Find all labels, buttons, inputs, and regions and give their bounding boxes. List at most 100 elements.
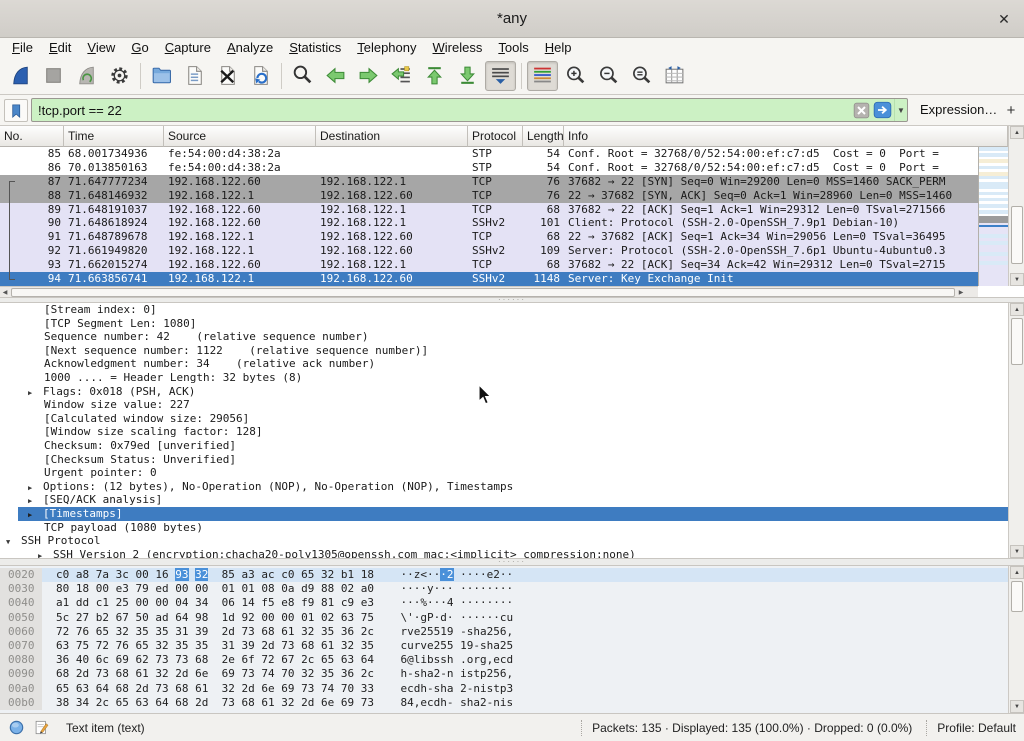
hscroll-thumb[interactable] bbox=[11, 288, 955, 297]
detail-line[interactable]: Checksum: 0x79ed [unverified] bbox=[0, 439, 1024, 453]
column-header-protocol[interactable]: Protocol bbox=[468, 126, 523, 147]
column-header-time[interactable]: Time bbox=[64, 126, 164, 147]
reload-capture-button[interactable] bbox=[245, 61, 276, 91]
expand-arrow-icon[interactable]: ▶ bbox=[28, 387, 43, 401]
detail-line[interactable]: [Checksum Status: Unverified] bbox=[0, 453, 1024, 467]
menu-wireless[interactable]: Wireless bbox=[425, 39, 491, 56]
hex-row[interactable]: 009068 2d 73 68 61 32 2d 6e 69 73 74 70 … bbox=[0, 667, 1024, 681]
scroll-left-arrow[interactable]: ◀ bbox=[0, 287, 10, 297]
table-row[interactable]: 8568.001734936fe:54:00:d4:38:2aSTP54Conf… bbox=[0, 147, 978, 161]
table-row[interactable]: 9471.663856741192.168.122.1192.168.122.6… bbox=[0, 272, 978, 286]
bytes-vscrollbar[interactable]: ▲ ▼ bbox=[1008, 566, 1024, 713]
detail-line[interactable]: ▼SSH Protocol bbox=[0, 534, 1024, 548]
table-row[interactable]: 9271.661949820192.168.122.1192.168.122.6… bbox=[0, 244, 978, 258]
detail-line[interactable]: ▶Options: (12 bytes), No-Operation (NOP)… bbox=[0, 480, 1024, 494]
table-row[interactable]: 8871.648146932192.168.122.1192.168.122.6… bbox=[0, 189, 978, 203]
scroll-thumb[interactable] bbox=[1011, 581, 1023, 612]
hex-row[interactable]: 0040a1 dd c1 25 00 00 04 34 06 14 f5 e8 … bbox=[0, 596, 1024, 610]
table-row[interactable]: 9371.662015274192.168.122.60192.168.122.… bbox=[0, 258, 978, 272]
detail-line[interactable]: [Stream index: 0] bbox=[0, 303, 1024, 317]
expand-arrow-icon[interactable]: ▶ bbox=[28, 509, 43, 523]
scroll-up-arrow[interactable]: ▲ bbox=[1010, 566, 1024, 579]
display-filter-input[interactable] bbox=[32, 102, 853, 119]
go-back-button[interactable] bbox=[320, 61, 351, 91]
close-capture-button[interactable] bbox=[212, 61, 243, 91]
expand-arrow-icon[interactable]: ▶ bbox=[28, 482, 43, 496]
zoom-100-button[interactable] bbox=[626, 61, 657, 91]
filter-apply-icon[interactable] bbox=[872, 101, 893, 119]
scroll-up-arrow[interactable]: ▲ bbox=[1010, 126, 1024, 139]
go-forward-button[interactable] bbox=[353, 61, 384, 91]
detail-line[interactable]: ▶[SEQ/ACK analysis] bbox=[0, 493, 1024, 507]
column-header-source[interactable]: Source bbox=[164, 126, 316, 147]
open-capture-button[interactable] bbox=[146, 61, 177, 91]
packet-list-vscrollbar[interactable]: ▲ ▼ bbox=[1008, 126, 1024, 286]
expert-info-icon[interactable] bbox=[8, 719, 25, 736]
detail-line[interactable]: [Next sequence number: 1122 (relative se… bbox=[0, 344, 1024, 358]
details-vscrollbar[interactable]: ▲ ▼ bbox=[1008, 303, 1024, 558]
go-first-button[interactable] bbox=[419, 61, 450, 91]
menu-analyze[interactable]: Analyze bbox=[219, 39, 281, 56]
table-row[interactable]: 8771.647777234192.168.122.60192.168.122.… bbox=[0, 175, 978, 189]
menu-file[interactable]: File bbox=[4, 39, 41, 56]
menu-go[interactable]: Go bbox=[123, 39, 156, 56]
scroll-down-arrow[interactable]: ▼ bbox=[1010, 273, 1024, 286]
resize-columns-button[interactable] bbox=[659, 61, 690, 91]
scroll-right-arrow[interactable]: ▶ bbox=[956, 287, 966, 297]
menu-telephony[interactable]: Telephony bbox=[349, 39, 424, 56]
detail-line[interactable]: ▶Flags: 0x018 (PSH, ACK) bbox=[0, 385, 1024, 399]
filter-bookmark-button[interactable] bbox=[4, 99, 28, 122]
column-header-no[interactable]: No. bbox=[0, 126, 64, 147]
auto-scroll-button[interactable] bbox=[485, 61, 516, 91]
scroll-down-arrow[interactable]: ▼ bbox=[1010, 700, 1024, 713]
filter-history-dropdown[interactable]: ▼ bbox=[894, 99, 907, 121]
detail-line[interactable]: Acknowledgment number: 34 (relative ack … bbox=[0, 357, 1024, 371]
menu-statistics[interactable]: Statistics bbox=[281, 39, 349, 56]
menu-capture[interactable]: Capture bbox=[157, 39, 219, 56]
expand-arrow-icon[interactable]: ▶ bbox=[28, 495, 43, 509]
hex-row[interactable]: 00505c 27 b2 67 50 ad 64 98 1d 92 00 00 … bbox=[0, 611, 1024, 625]
intelligent-scrollbar-minimap[interactable] bbox=[978, 147, 1008, 286]
collapse-arrow-icon[interactable]: ▼ bbox=[6, 536, 21, 550]
detail-line[interactable]: ▶[Timestamps] bbox=[18, 507, 1024, 521]
start-capture-button[interactable] bbox=[5, 61, 36, 91]
capture-comment-icon[interactable] bbox=[33, 719, 50, 736]
scroll-thumb[interactable] bbox=[1011, 318, 1023, 365]
find-packet-button[interactable] bbox=[287, 61, 318, 91]
title-bar[interactable]: *any ✕ bbox=[0, 0, 1024, 38]
table-row[interactable]: 8971.648191037192.168.122.60192.168.122.… bbox=[0, 203, 978, 217]
column-header-length[interactable]: Length bbox=[523, 126, 564, 147]
menu-help[interactable]: Help bbox=[537, 39, 580, 56]
expression-button[interactable]: Expression… bbox=[920, 102, 997, 117]
detail-line[interactable]: [TCP Segment Len: 1080] bbox=[0, 317, 1024, 331]
profile-status[interactable]: Profile: Default bbox=[937, 721, 1016, 735]
hex-row[interactable]: 0020c0 a8 7a 3c 00 16 93 32 85 a3 ac c0 … bbox=[0, 568, 1024, 582]
save-capture-button[interactable] bbox=[179, 61, 210, 91]
go-to-packet-button[interactable] bbox=[386, 61, 417, 91]
expand-arrow-icon[interactable]: ▶ bbox=[38, 550, 53, 558]
stop-capture-button[interactable] bbox=[38, 61, 69, 91]
filter-clear-icon[interactable] bbox=[853, 102, 870, 119]
menu-tools[interactable]: Tools bbox=[490, 39, 536, 56]
table-row[interactable]: 8670.013850163fe:54:00:d4:38:2aSTP54Conf… bbox=[0, 161, 978, 175]
add-filter-button[interactable]: + bbox=[1002, 99, 1020, 121]
column-header-info[interactable]: Info bbox=[564, 126, 1008, 147]
menu-edit[interactable]: Edit bbox=[41, 39, 79, 56]
close-window-button[interactable]: ✕ bbox=[994, 9, 1014, 29]
hex-row[interactable]: 00b038 34 2c 65 63 64 68 2d 73 68 61 32 … bbox=[0, 696, 1024, 710]
scroll-down-arrow[interactable]: ▼ bbox=[1010, 545, 1024, 558]
hex-row[interactable]: 008036 40 6c 69 62 73 73 68 2e 6f 72 67 … bbox=[0, 653, 1024, 667]
detail-line[interactable]: [Window size scaling factor: 128] bbox=[0, 425, 1024, 439]
capture-options-button[interactable] bbox=[104, 61, 135, 91]
detail-line[interactable]: TCP payload (1080 bytes) bbox=[0, 521, 1024, 535]
column-header-destination[interactable]: Destination bbox=[316, 126, 468, 147]
detail-line[interactable]: Sequence number: 42 (relative sequence n… bbox=[0, 330, 1024, 344]
scroll-thumb[interactable] bbox=[1011, 206, 1023, 264]
go-last-button[interactable] bbox=[452, 61, 483, 91]
hex-row[interactable]: 006072 76 65 32 35 35 31 39 2d 73 68 61 … bbox=[0, 625, 1024, 639]
hex-row[interactable]: 007063 75 72 76 65 32 35 35 31 39 2d 73 … bbox=[0, 639, 1024, 653]
menu-view[interactable]: View bbox=[79, 39, 123, 56]
hex-row[interactable]: 003080 18 00 e3 79 ed 00 00 01 01 08 0a … bbox=[0, 582, 1024, 596]
scroll-up-arrow[interactable]: ▲ bbox=[1010, 303, 1024, 316]
zoom-out-button[interactable] bbox=[593, 61, 624, 91]
